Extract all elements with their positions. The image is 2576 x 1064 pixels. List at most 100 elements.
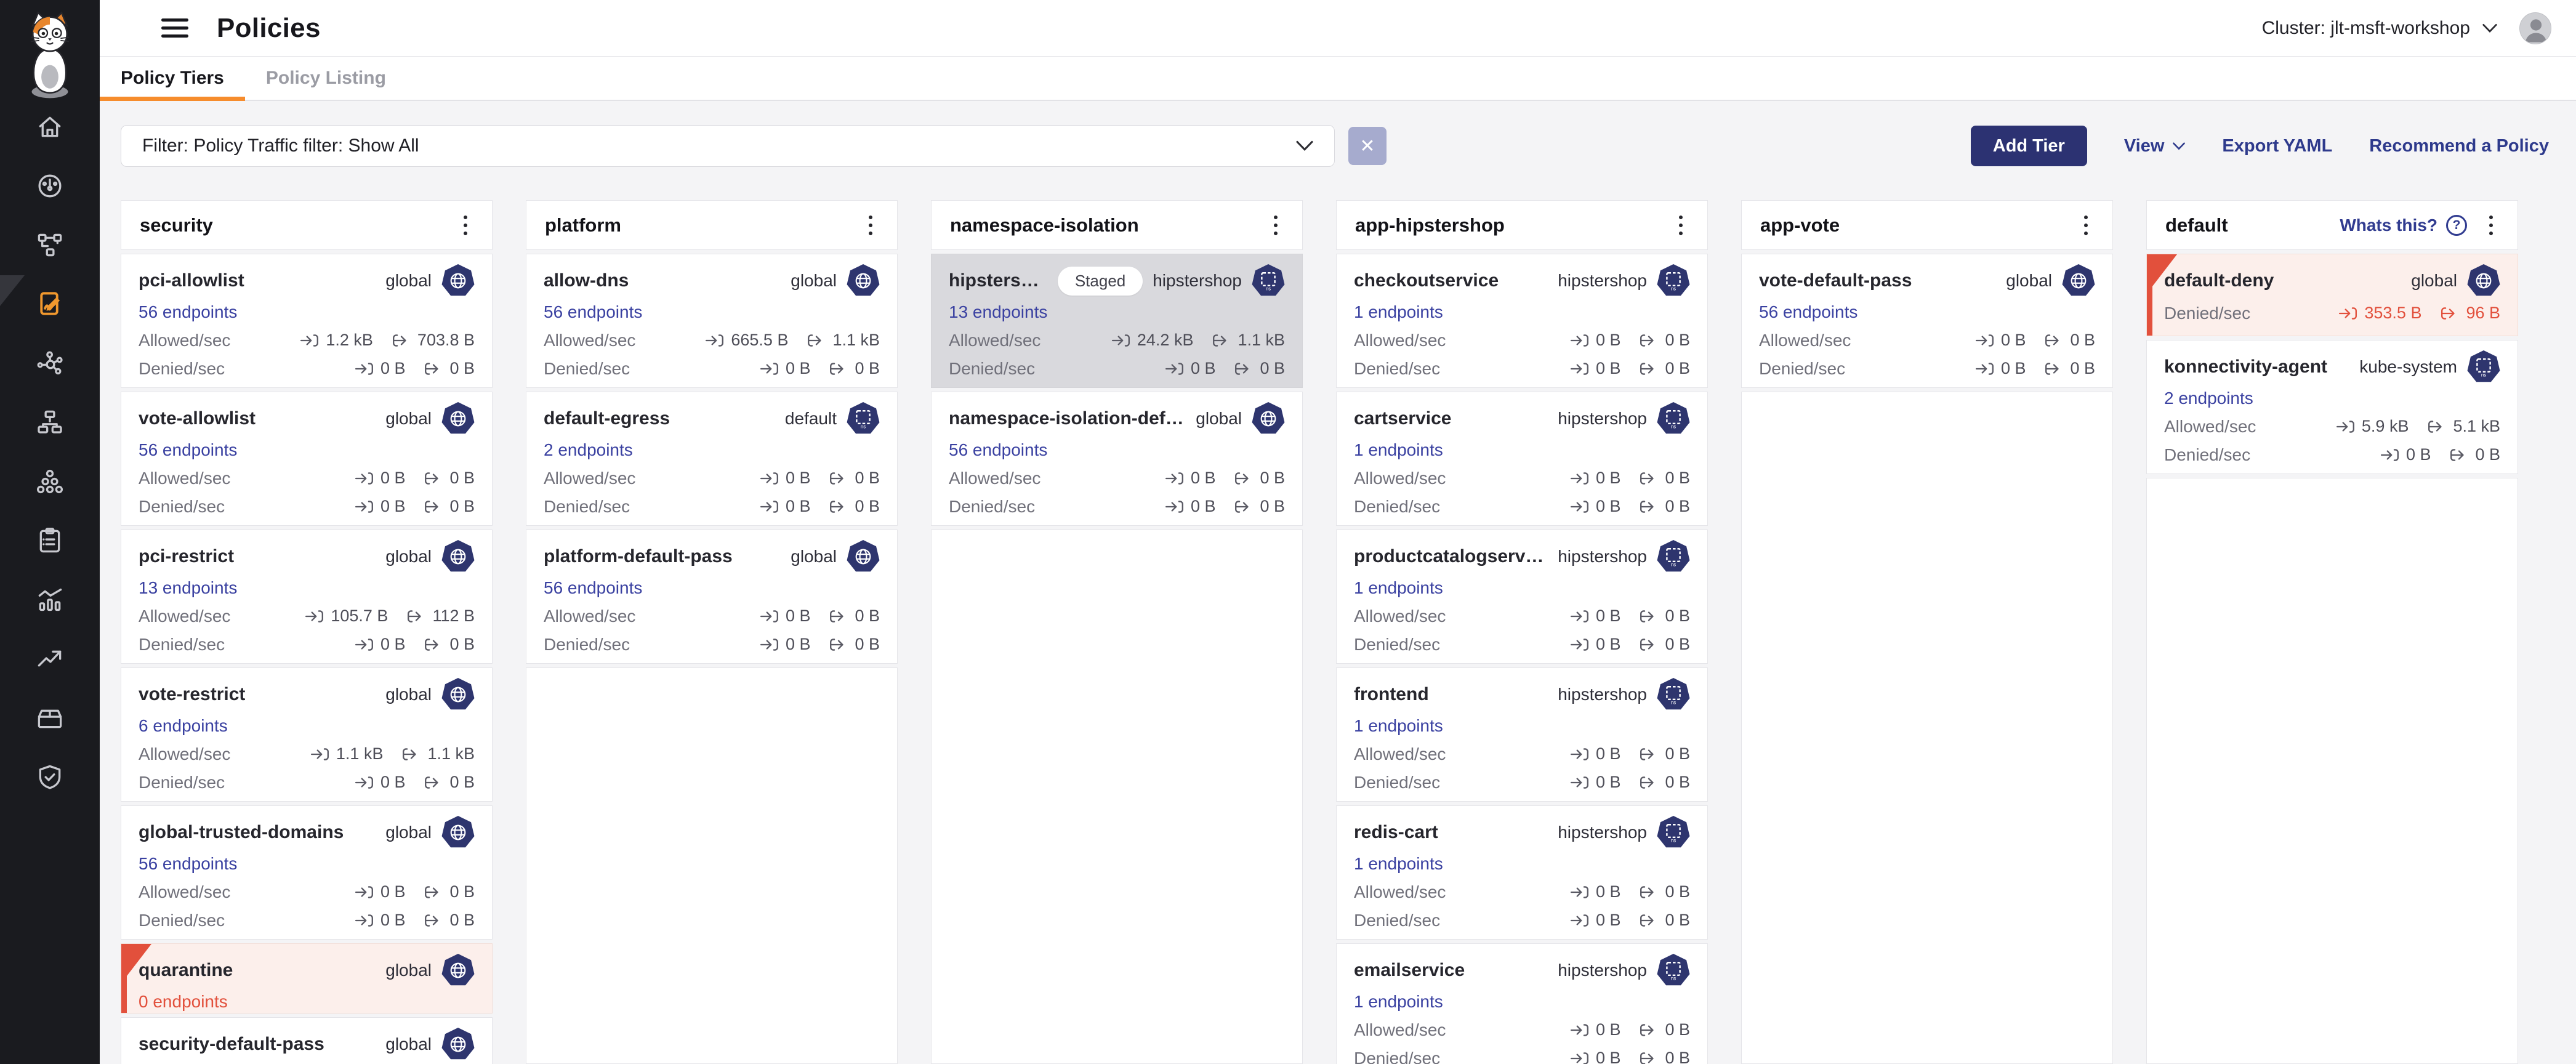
outbound-value: 0 B — [1639, 331, 1690, 350]
endpoints-link[interactable]: 56 endpoints — [949, 440, 1047, 460]
tier-menu-icon[interactable] — [1268, 212, 1284, 239]
endpoints-link[interactable]: 56 endpoints — [139, 440, 237, 460]
policy-card-productcatalogservice[interactable]: productcatalogservicehipstershopns1 endp… — [1336, 530, 1708, 664]
stat-row: Denied/sec0 B0 B — [139, 772, 475, 792]
endpoints-link[interactable]: 56 endpoints — [544, 302, 642, 322]
tab-policy-listing[interactable]: Policy Listing — [245, 57, 407, 100]
tier-menu-icon[interactable] — [1673, 212, 1689, 239]
view-button[interactable]: View — [2124, 136, 2186, 156]
outbound-value: 0 B — [424, 497, 475, 516]
chevron-down-icon — [2173, 142, 2185, 150]
endpoints-link[interactable]: 0 endpoints — [139, 992, 228, 1012]
policy-card-vote-restrict[interactable]: vote-restrictglobal6 endpointsAllowed/se… — [121, 667, 493, 802]
policy-card-quarantine[interactable]: quarantineglobal0 endpoints — [121, 943, 493, 1014]
outbound-arrow-icon — [829, 637, 848, 653]
clear-filter-button[interactable]: ✕ — [1348, 127, 1387, 165]
endpoints-link[interactable]: 2 endpoints — [544, 440, 633, 460]
stat-row: Allowed/sec665.5 B1.1 kB — [544, 330, 880, 350]
policy-card-cartservice[interactable]: cartservicehipstershopns1 endpointsAllow… — [1336, 392, 1708, 526]
tab-policy-tiers[interactable]: Policy Tiers — [100, 57, 245, 100]
inbound-value: 0 B — [355, 882, 406, 901]
bar-chart-icon[interactable] — [36, 586, 65, 615]
global-scope-icon — [441, 402, 475, 435]
policy-card-platform-default-pass[interactable]: platform-default-passglobal56 endpointsA… — [526, 530, 898, 664]
endpoints-link[interactable]: 56 endpoints — [139, 302, 237, 322]
global-scope-icon — [1252, 402, 1285, 435]
package-icon[interactable] — [36, 704, 65, 733]
policy-card-emailservice[interactable]: emailservicehipstershopns1 endpointsAllo… — [1336, 943, 1708, 1064]
stat-label: Denied/sec — [139, 359, 225, 379]
inbound-value: 24.2 kB — [1111, 331, 1194, 350]
endpoints-link[interactable]: 1 endpoints — [1354, 992, 1443, 1012]
policies-icon[interactable] — [36, 290, 65, 319]
policy-card-allow-dns[interactable]: allow-dnsglobal56 endpointsAllowed/sec66… — [526, 254, 898, 388]
policy-name: pci-allowlist — [139, 270, 244, 291]
clipboard-icon[interactable] — [36, 526, 65, 555]
tier-menu-icon[interactable] — [863, 212, 879, 239]
add-tier-button[interactable]: Add Tier — [1971, 126, 2087, 166]
endpoints-link[interactable]: 6 endpoints — [139, 716, 228, 736]
policy-card-pci-allowlist[interactable]: pci-allowlistglobal56 endpointsAllowed/s… — [121, 254, 493, 388]
endpoints-link[interactable]: 1 endpoints — [1354, 578, 1443, 598]
hierarchy-icon[interactable] — [36, 408, 65, 437]
tier-menu-icon[interactable] — [457, 212, 473, 239]
endpoints-link[interactable]: 1 endpoints — [1354, 854, 1443, 874]
endpoints-link[interactable]: 1 endpoints — [1354, 716, 1443, 736]
policy-traffic-filter-dropdown[interactable]: Filter: Policy Traffic filter: Show All — [121, 125, 1335, 167]
policy-card-vote-allowlist[interactable]: vote-allowlistglobal56 endpointsAllowed/… — [121, 392, 493, 526]
tier-menu-icon[interactable] — [2483, 212, 2499, 239]
tier-column-security: securitypci-allowlistglobal56 endpointsA… — [121, 200, 493, 1064]
policy-card-vote-default-pass[interactable]: vote-default-passglobal56 endpointsAllow… — [1741, 254, 2113, 388]
inbound-arrow-icon — [1165, 499, 1185, 515]
endpoints-link[interactable]: 1 endpoints — [1354, 302, 1443, 322]
endpoints-link[interactable]: 2 endpoints — [2164, 389, 2253, 408]
policy-card-default-deny[interactable]: default-denyglobalDenied/sec353.5 B96 B — [2146, 254, 2518, 336]
calico-cat-logo — [18, 9, 82, 102]
policy-card-default-egress[interactable]: default-egressdefaultns2 endpointsAllowe… — [526, 392, 898, 526]
stat-label: Allowed/sec — [1354, 331, 1446, 350]
policy-card-security-default-pass[interactable]: security-default-passglobal — [121, 1017, 493, 1064]
menu-icon[interactable] — [161, 18, 188, 38]
nodes-icon[interactable] — [36, 467, 65, 496]
tab-policy-listing-label: Policy Listing — [266, 68, 386, 89]
whats-this-link[interactable]: Whats this?? — [2340, 215, 2467, 236]
policy-card-redis-cart[interactable]: redis-carthipstershopns1 endpointsAllowe… — [1336, 805, 1708, 940]
chevron-down-icon — [2482, 23, 2497, 33]
endpoints-link[interactable]: 56 endpoints — [139, 854, 237, 874]
policy-card-global-trusted-domains[interactable]: global-trusted-domainsglobal56 endpoints… — [121, 805, 493, 940]
inbound-arrow-icon — [1165, 470, 1185, 486]
namespace-scope-icon: ns — [1657, 264, 1690, 297]
outbound-arrow-icon — [1639, 775, 1659, 791]
avatar[interactable] — [2519, 12, 2551, 44]
network-icon[interactable] — [36, 349, 65, 378]
cluster-selector[interactable]: Cluster: jlt-msft-workshop — [2262, 18, 2497, 39]
trend-icon[interactable] — [36, 645, 65, 674]
tier-menu-icon[interactable] — [2078, 212, 2094, 239]
inbound-arrow-icon — [1570, 608, 1590, 624]
tier-header: namespace-isolation — [931, 200, 1303, 250]
endpoints-link[interactable]: 1 endpoints — [1354, 440, 1443, 460]
home-icon[interactable] — [36, 113, 65, 142]
endpoints-link[interactable]: 13 endpoints — [949, 302, 1047, 322]
shield-check-icon[interactable] — [36, 763, 65, 792]
policy-card-pci-restrict[interactable]: pci-restrictglobal13 endpointsAllowed/se… — [121, 530, 493, 664]
endpoints-link[interactable]: 56 endpoints — [1759, 302, 1858, 322]
namespace-scope-icon: ns — [2467, 350, 2500, 384]
outbound-arrow-icon — [1234, 361, 1254, 377]
policy-card-hipstershop-gh[interactable]: hipstershop-gh…Stagedhipstershopns13 end… — [931, 254, 1303, 388]
policy-card-frontend[interactable]: frontendhipstershopns1 endpointsAllowed/… — [1336, 667, 1708, 802]
dashboard-icon[interactable] — [36, 172, 65, 201]
inbound-value: 0 B — [355, 497, 406, 516]
stat-label: Denied/sec — [1354, 1049, 1440, 1064]
export-yaml-button[interactable]: Export YAML — [2222, 136, 2332, 156]
stat-label: Allowed/sec — [139, 331, 230, 350]
endpoints-link[interactable]: 13 endpoints — [139, 578, 237, 598]
policy-card-namespace-isolation-default-p[interactable]: namespace-isolation-default-p…global56 e… — [931, 392, 1303, 526]
stat-label: Allowed/sec — [949, 331, 1040, 350]
policy-card-checkoutservice[interactable]: checkoutservicehipstershopns1 endpointsA… — [1336, 254, 1708, 388]
endpoints-link[interactable]: 56 endpoints — [544, 578, 642, 598]
service-graph-icon[interactable] — [36, 231, 65, 260]
policy-card-konnectivity-agent[interactable]: konnectivity-agentkube-systemns2 endpoin… — [2146, 340, 2518, 474]
inbound-arrow-icon — [1570, 884, 1590, 900]
recommend-policy-button[interactable]: Recommend a Policy — [2369, 136, 2549, 156]
